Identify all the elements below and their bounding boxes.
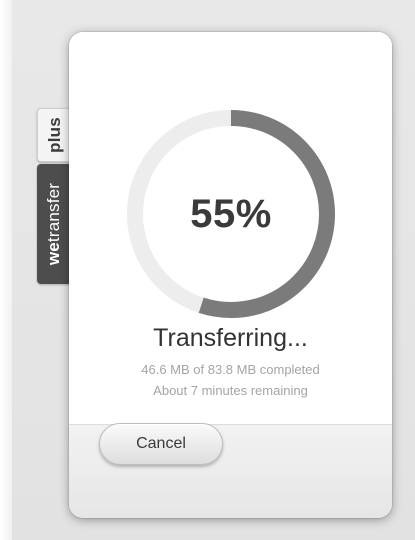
- cancel-button[interactable]: Cancel: [99, 423, 223, 465]
- page-edge: [0, 0, 12, 540]
- progress-detail: 46.6 MB of 83.8 MB completed: [141, 362, 320, 377]
- status-title: Transferring...: [153, 324, 308, 352]
- plus-tab-label: plus: [44, 117, 64, 153]
- wetransfer-logo: wetransfer: [44, 183, 64, 265]
- dialog-body: 55% Transferring... 46.6 MB of 83.8 MB c…: [69, 32, 392, 424]
- logo-prefix: we: [44, 242, 63, 266]
- wetransfer-tab[interactable]: wetransfer: [37, 164, 71, 284]
- plus-tab[interactable]: plus: [37, 108, 71, 162]
- logo-suffix: transfer: [44, 182, 63, 243]
- progress-percent: 55%: [190, 191, 272, 236]
- time-remaining: About 7 minutes remaining: [153, 383, 308, 398]
